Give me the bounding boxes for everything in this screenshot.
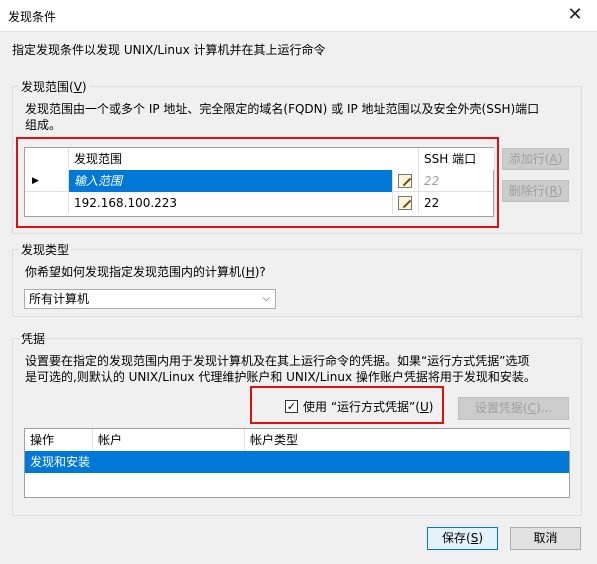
discovery-type-select[interactable]: 所有计算机 ⌵ bbox=[24, 289, 276, 309]
table-row[interactable]: ▶ 输入范围 22 bbox=[25, 170, 495, 192]
port-cell[interactable]: 22 bbox=[419, 170, 495, 192]
row-marker: ▶ bbox=[25, 170, 69, 192]
cancel-button[interactable]: 取消 bbox=[510, 527, 581, 550]
action-cell[interactable]: 发现和安装 bbox=[25, 451, 245, 473]
credentials-title: 凭据 bbox=[19, 330, 48, 347]
range-cell[interactable]: 192.168.100.223 bbox=[69, 192, 393, 214]
run-as-checkbox-label[interactable]: 使用 “运行方式凭据”(U) bbox=[303, 398, 433, 415]
set-credentials-button[interactable]: 设置凭据(C)... bbox=[458, 397, 569, 420]
credentials-desc: 设置要在指定的发现范围内用于发现计算机及在其上运行命令的凭据。如果“运行方式凭据… bbox=[25, 354, 536, 384]
range-grid[interactable]: 发现范围 SSH 端口 ▶ 输入范围 22 192.168.100.223 22 bbox=[24, 147, 495, 217]
close-icon[interactable]: ✕ bbox=[563, 4, 587, 25]
table-row[interactable]: 192.168.100.223 22 bbox=[25, 192, 495, 214]
credentials-grid-header: 操作 帐户 帐户类型 bbox=[25, 429, 571, 451]
discovery-range-desc: 发现范围由一个或多个 IP 地址、完全限定的域名(FQDN) 或 IP 地址范围… bbox=[25, 102, 540, 132]
add-row-button[interactable]: 添加行(A) bbox=[502, 148, 569, 170]
chevron-down-icon: ⌵ bbox=[262, 293, 270, 304]
range-cell[interactable]: 输入范围 bbox=[69, 170, 393, 192]
port-cell[interactable]: 22 bbox=[419, 192, 495, 214]
discovery-type-title: 发现类型 bbox=[19, 241, 72, 258]
edit-icon[interactable] bbox=[398, 196, 412, 210]
column-action[interactable]: 操作 bbox=[25, 429, 93, 451]
credentials-grid[interactable]: 操作 帐户 帐户类型 发现和安装 bbox=[24, 428, 571, 498]
run-as-checkbox[interactable]: ✓ bbox=[285, 400, 298, 413]
discovery-type-question: 你希望如何发现指定发现范围内的计算机(H)? bbox=[25, 265, 266, 279]
range-grid-header: 发现范围 SSH 端口 bbox=[25, 148, 495, 170]
column-ssh-port[interactable]: SSH 端口 bbox=[419, 148, 495, 170]
column-range[interactable]: 发现范围 bbox=[69, 148, 419, 170]
account-type-cell[interactable] bbox=[245, 451, 571, 473]
save-button[interactable]: 保存(S) bbox=[427, 527, 498, 550]
column-account[interactable]: 帐户 bbox=[93, 429, 245, 451]
remove-row-button[interactable]: 删除行(R) bbox=[502, 180, 569, 202]
window-title: 发现条件 bbox=[8, 10, 57, 24]
intro-text: 指定发现条件以发现 UNIX/Linux 计算机并在其上运行命令 bbox=[12, 43, 326, 57]
row-marker bbox=[25, 192, 69, 214]
table-row[interactable]: 发现和安装 bbox=[25, 451, 569, 473]
column-account-type[interactable]: 帐户类型 bbox=[245, 429, 571, 451]
discovery-range-title: 发现范围(V) bbox=[19, 78, 89, 95]
edit-icon[interactable] bbox=[398, 174, 412, 188]
title-bar: 发现条件 ✕ bbox=[0, 0, 597, 32]
